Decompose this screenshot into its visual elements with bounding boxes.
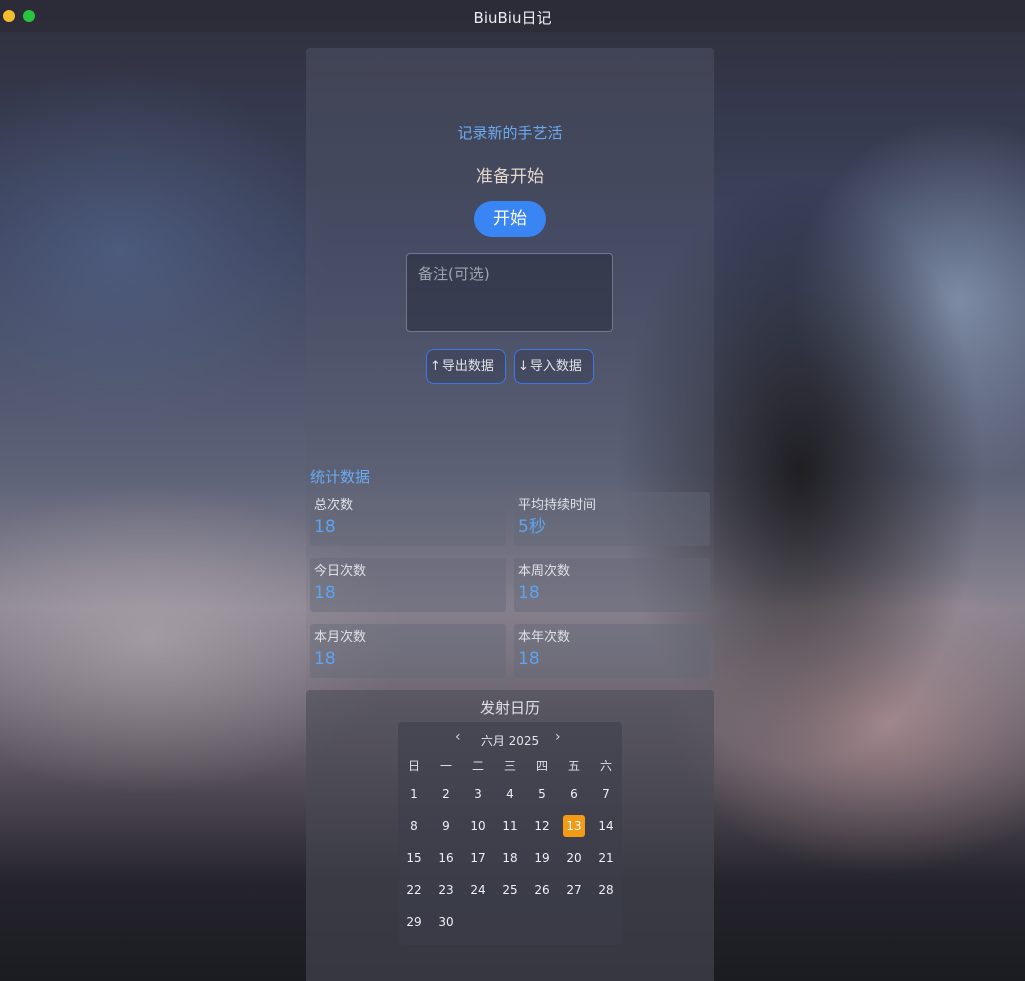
stat-card-total: 总次数 18 [310, 492, 506, 546]
stat-value: 5秒 [518, 517, 546, 537]
stat-label: 平均持续时间 [518, 498, 597, 513]
stat-value: 18 [314, 517, 336, 537]
note-input[interactable] [406, 253, 613, 332]
weekday-header: 日一二三四五六 [398, 758, 622, 786]
record-section: 记录新的手艺活 准备开始 开始 ↑导出数据 ↓导入数据 [306, 48, 714, 458]
calendar-day[interactable]: 2 [430, 786, 462, 802]
calendar-grid: 日一二三四五六 1 2 3 4 5 6 7 8 9 10 11 12 13 14 15 16 17 18 19 20 21… [398, 758, 622, 946]
chevron-right-icon[interactable]: › [555, 729, 561, 745]
calendar-day-selected[interactable]: 13 [563, 815, 585, 837]
calendar-day[interactable]: 1 [398, 786, 430, 802]
weekday-label: 三 [503, 759, 516, 773]
stat-value: 18 [518, 583, 540, 603]
calendar-day[interactable]: 30 [430, 914, 462, 930]
month-label: 六月 2025 [480, 734, 540, 748]
calendar-day[interactable]: 23 [430, 882, 462, 898]
calendar-day[interactable]: 6 [558, 786, 590, 802]
record-heading: 记录新的手艺活 [457, 124, 563, 142]
calendar-day[interactable]: 29 [398, 914, 430, 930]
stat-label: 总次数 [314, 498, 354, 513]
calendar-day[interactable]: 25 [494, 882, 526, 898]
weekday-label: 日 [407, 759, 420, 773]
calendar-week-row: 15 16 17 18 19 20 21 [398, 850, 622, 882]
calendar-day[interactable]: 3 [462, 786, 494, 802]
calendar-week-row: 1234567 [398, 786, 622, 818]
calendar-day[interactable]: 7 [590, 786, 622, 802]
stats-title: 统计数据 [310, 468, 371, 486]
stat-label: 本周次数 [518, 564, 571, 579]
start-button[interactable]: 开始 [474, 201, 546, 237]
status-text: 准备开始 [476, 167, 544, 187]
calendar-day[interactable]: 19 [526, 850, 558, 866]
weekday-label: 二 [471, 759, 484, 773]
weekday-label: 四 [535, 759, 548, 773]
calendar-day[interactable]: 18 [494, 850, 526, 866]
calendar-day[interactable]: 28 [590, 882, 622, 898]
import-data-label: 导入数据 [529, 359, 582, 374]
calendar-day[interactable]: 11 [494, 818, 526, 834]
calendar-nav: ‹ 六月 2025 › [398, 729, 622, 749]
calendar-day[interactable]: 9 [430, 818, 462, 834]
calendar-day[interactable]: 8 [398, 818, 430, 834]
stat-label: 本月次数 [314, 630, 367, 645]
stat-value: 18 [314, 649, 336, 669]
window-title: BiuBiu日记 [473, 9, 552, 27]
export-data-button[interactable]: ↑导出数据 [426, 349, 506, 384]
calendar-day[interactable]: 4 [494, 786, 526, 802]
stat-value: 18 [518, 649, 540, 669]
calendar-day[interactable]: 10 [462, 818, 494, 834]
stat-label: 今日次数 [314, 564, 367, 579]
calendar-day[interactable]: 16 [430, 850, 462, 866]
calendar-day[interactable]: 26 [526, 882, 558, 898]
calendar-week-row: 8 9 10 11 12 13 14 [398, 815, 622, 850]
calendar-day[interactable]: 5 [526, 786, 558, 802]
stat-label: 本年次数 [518, 630, 571, 645]
calendar-day[interactable]: 20 [558, 850, 590, 866]
export-data-label: 导出数据 [441, 359, 494, 374]
calendar-day[interactable]: 12 [526, 818, 558, 834]
arrow-down-icon: ↓ [518, 359, 529, 374]
calendar-day[interactable]: 27 [558, 882, 590, 898]
stat-card-today: 今日次数 18 [310, 558, 506, 612]
calendar-week-row: 22 23 24 25 26 27 28 [398, 882, 622, 914]
stat-card-average-duration: 平均持续时间 5秒 [514, 492, 710, 546]
import-data-button[interactable]: ↓导入数据 [514, 349, 594, 384]
calendar-day[interactable]: 15 [398, 850, 430, 866]
stat-card-year: 本年次数 18 [514, 624, 710, 678]
stat-value: 18 [314, 583, 336, 603]
calendar-title: 发射日历 [479, 699, 540, 717]
title-bar: BiuBiu日记 [0, 0, 1025, 32]
calendar-day[interactable]: 22 [398, 882, 430, 898]
calendar-section: 发射日历 ‹ 六月 2025 › 日一二三四五六 1 2 3 4 5 6 7 8 9 10 11 12 1… [306, 690, 714, 981]
calendar-day[interactable]: 14 [590, 818, 622, 834]
weekday-label: 五 [567, 759, 580, 773]
weekday-label: 六 [599, 759, 612, 773]
calendar-day[interactable]: 24 [462, 882, 494, 898]
weekday-label: 一 [439, 759, 452, 773]
calendar-widget: ‹ 六月 2025 › 日一二三四五六 1 2 3 4 5 6 7 8 9 10 11 12 13 14 15… [398, 722, 622, 945]
calendar-week-row: 29 30 [398, 914, 622, 946]
arrow-up-icon: ↑ [430, 359, 441, 374]
calendar-day[interactable]: 21 [590, 850, 622, 866]
calendar-day[interactable]: 17 [462, 850, 494, 866]
stat-card-week: 本周次数 18 [514, 558, 710, 612]
stat-card-month: 本月次数 18 [310, 624, 506, 678]
